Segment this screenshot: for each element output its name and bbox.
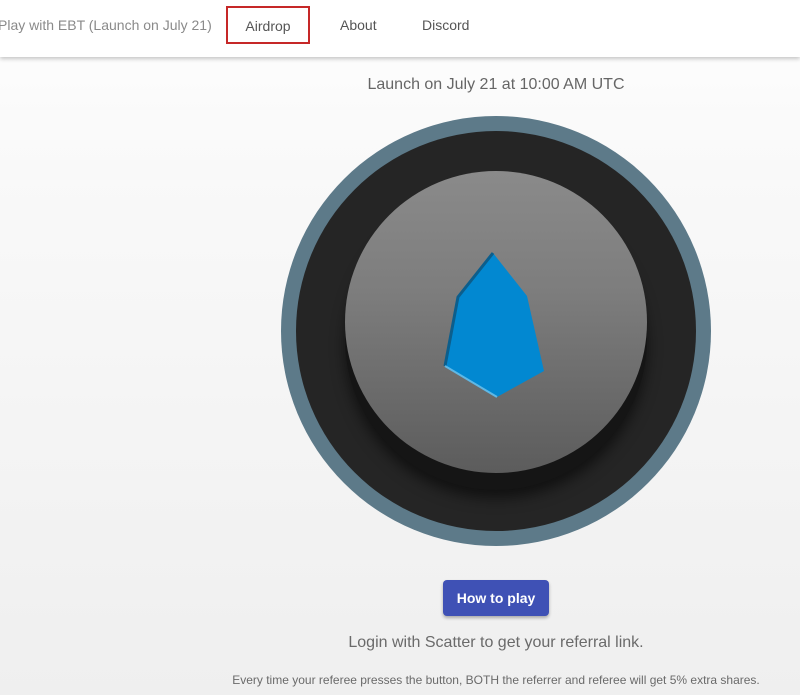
eos-gem-icon bbox=[443, 252, 544, 398]
nav-airdrop-link[interactable]: Airdrop bbox=[226, 6, 310, 44]
how-to-play-button[interactable]: How to play bbox=[443, 580, 549, 616]
nav-about-link[interactable]: About bbox=[340, 0, 377, 50]
login-prompt-text: Login with Scatter to get your referral … bbox=[348, 634, 644, 651]
nav-play-link[interactable]: Play with EBT (Launch on July 21) bbox=[0, 0, 212, 50]
nav-discord-link[interactable]: Discord bbox=[422, 0, 469, 50]
top-nav: Play with EBT (Launch on July 21) Airdro… bbox=[0, 0, 800, 57]
referral-info-text: Every time your referee presses the butt… bbox=[232, 673, 760, 687]
launch-info-text: Launch on July 21 at 10:00 AM UTC bbox=[367, 76, 625, 93]
